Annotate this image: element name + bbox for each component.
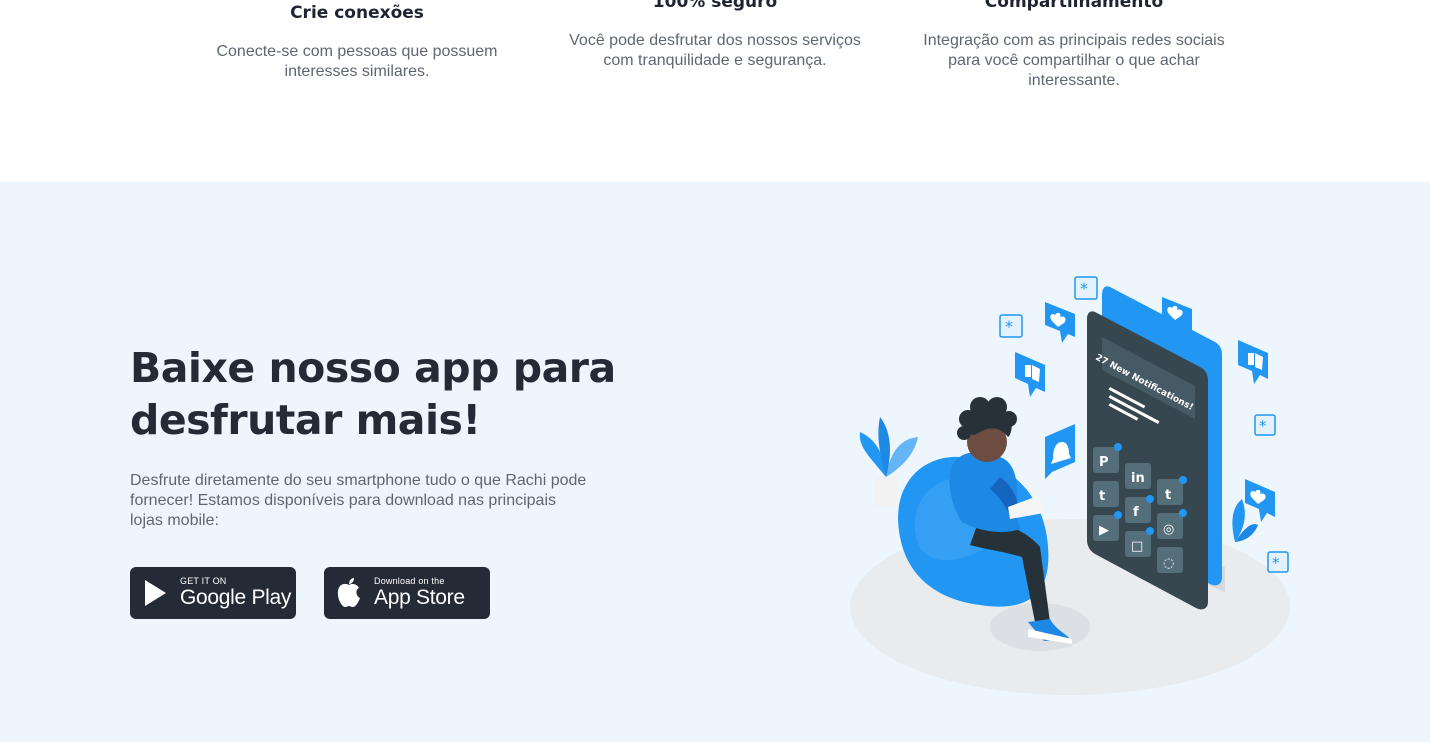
download-description: Desfrute diretamente do seu smartphone t…: [130, 472, 587, 529]
feature-title: Compartilhamento: [984, 0, 1164, 12]
svg-text:*: *: [1259, 417, 1267, 435]
svg-text:f: f: [1133, 505, 1139, 520]
like-bubble-icon: [1238, 340, 1268, 384]
svg-text:▶: ▶: [1099, 523, 1109, 538]
download-section: Baixe nosso app para desfrutar mais! Des…: [0, 182, 1430, 742]
asterisk-bubble-icon: *: [1254, 414, 1276, 436]
svg-text:P: P: [1099, 455, 1109, 470]
feature-sharing: Compartilhamento Integração com as princ…: [914, 0, 1234, 91]
feature-connections: Crie conexões Conecte-se com pessoas que…: [197, 1, 517, 82]
feature-title: Crie conexões: [290, 3, 424, 23]
svg-text:◌: ◌: [1163, 556, 1174, 571]
download-title: Baixe nosso app para desfrutar mais!: [130, 344, 616, 444]
asterisk-bubble-icon: *: [999, 314, 1023, 338]
like-bubble-icon: [1015, 352, 1045, 397]
app-store-button[interactable]: Download on the App Store: [324, 567, 490, 619]
svg-text:□: □: [1131, 539, 1143, 554]
play-triangle-icon: [130, 567, 180, 619]
svg-text:◎: ◎: [1163, 522, 1174, 537]
asterisk-bubble-icon: *: [1074, 276, 1098, 300]
apple-icon: [324, 567, 374, 619]
feature-title: 100% seguro: [652, 0, 778, 12]
app-store-label: App Store: [374, 586, 465, 609]
app-store-small-label: Download on the: [374, 576, 445, 586]
svg-text:*: *: [1272, 554, 1280, 572]
google-play-button[interactable]: GET IT ON Google Play: [130, 567, 296, 619]
feature-text: Você pode desfrutar dos nossos serviços …: [569, 32, 861, 69]
feature-text: Integração com as principais redes socia…: [923, 32, 1225, 89]
app-illustration: 27 New Notifications! P in t t f ◎ ▶ □ ◌…: [840, 267, 1320, 707]
google-play-small-label: GET IT ON: [180, 576, 227, 586]
svg-text:t: t: [1165, 488, 1171, 503]
heart-bubble-icon: [1245, 479, 1275, 522]
svg-text:*: *: [1005, 317, 1013, 336]
svg-text:t: t: [1099, 489, 1105, 504]
feature-security: 100% seguro Você pode desfrutar dos noss…: [555, 0, 875, 71]
heart-bubble-icon: [1045, 302, 1075, 343]
svg-text:in: in: [1131, 471, 1145, 486]
features-section: Crie conexões Conecte-se com pessoas que…: [0, 0, 1430, 182]
feature-text: Conecte-se com pessoas que possuem inter…: [216, 43, 498, 80]
svg-text:*: *: [1080, 279, 1088, 298]
bell-bubble-icon: [1045, 424, 1075, 479]
google-play-label: Google Play: [180, 586, 292, 609]
asterisk-bubble-icon: *: [1267, 551, 1289, 573]
